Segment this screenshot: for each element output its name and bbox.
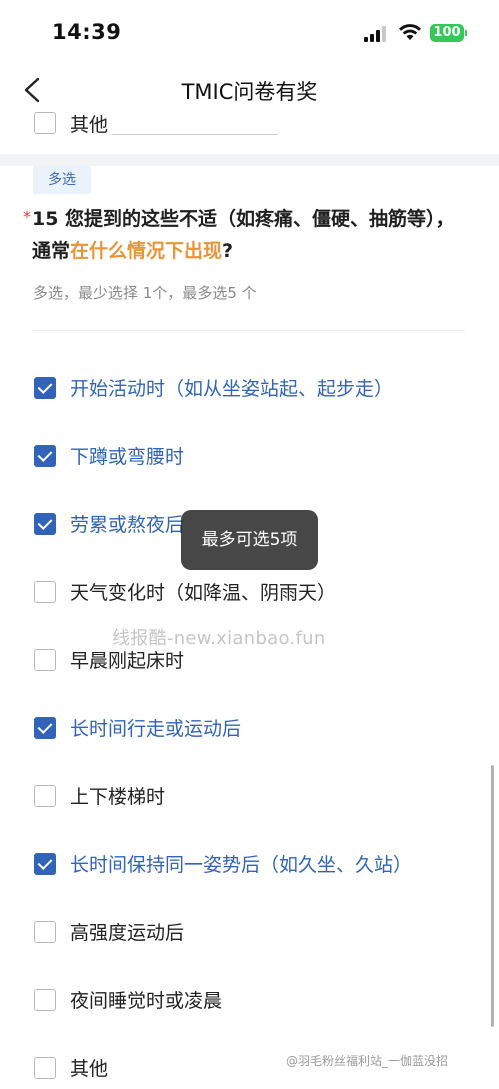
checkbox[interactable] bbox=[34, 921, 56, 943]
question-hint: 多选，最少选择 1个，最多选5 个 bbox=[33, 284, 257, 302]
option-label: 天气变化时（如降温、阴雨天） bbox=[70, 582, 337, 604]
scrollbar[interactable] bbox=[491, 765, 494, 1027]
prev-question-option-other[interactable]: 其他 bbox=[0, 106, 499, 136]
option-label: 夜间睡觉时或凌晨 bbox=[70, 990, 223, 1012]
option-label: 开始活动时（如从坐姿站起、起步走） bbox=[70, 378, 394, 400]
watermark-text: 线报酷-new.xianbao.fun bbox=[112, 628, 326, 649]
checkbox-checked[interactable] bbox=[34, 717, 56, 739]
option-label: 劳累或熬夜后 bbox=[70, 514, 185, 536]
option-same-posture[interactable]: 长时间保持同一姿势后（如久坐、久站） bbox=[0, 845, 499, 885]
status-bar: 14:39 100 bbox=[0, 0, 499, 64]
checkbox[interactable] bbox=[34, 581, 56, 603]
checkbox[interactable] bbox=[34, 989, 56, 1011]
checkbox[interactable] bbox=[34, 649, 56, 671]
corner-watermark: @羽毛粉丝福利站_一伽蓝没招 bbox=[286, 1054, 449, 1068]
option-stairs[interactable]: 上下楼梯时 bbox=[0, 777, 499, 817]
option-label: 早晨刚起床时 bbox=[70, 650, 185, 672]
option-label: 其他 bbox=[70, 114, 109, 136]
question-text-highlight: 在什么情况下出现 bbox=[70, 240, 223, 262]
checkbox[interactable] bbox=[34, 112, 56, 134]
other-input-underline[interactable] bbox=[112, 134, 278, 135]
required-mark: * bbox=[23, 207, 31, 226]
divider bbox=[33, 330, 465, 331]
option-squat-bend[interactable]: 下蹲或弯腰时 bbox=[0, 437, 499, 477]
option-night-sleep[interactable]: 夜间睡觉时或凌晨 bbox=[0, 981, 499, 1021]
checkbox-checked[interactable] bbox=[34, 445, 56, 467]
option-weather-change[interactable]: 天气变化时（如降温、阴雨天） bbox=[0, 573, 499, 613]
checkbox-checked[interactable] bbox=[34, 853, 56, 875]
option-label: 上下楼梯时 bbox=[70, 786, 166, 808]
option-start-activity[interactable]: 开始活动时（如从坐姿站起、起步走） bbox=[0, 369, 499, 409]
checkbox-checked[interactable] bbox=[34, 513, 56, 535]
page-title: TMIC问卷有奖 bbox=[181, 80, 318, 104]
section-divider bbox=[0, 154, 499, 166]
question-title: * 15 您提到的这些不适（如疼痛、僵硬、抽筋等），通常在什么情况下出现? bbox=[23, 203, 472, 267]
option-label: 长时间保持同一姿势后（如久坐、久站） bbox=[70, 854, 413, 876]
checkbox-checked[interactable] bbox=[34, 377, 56, 399]
battery-tip bbox=[465, 30, 467, 36]
option-label: 高强度运动后 bbox=[70, 922, 185, 944]
question-type-tag: 多选 bbox=[33, 166, 91, 194]
option-label: 其他 bbox=[70, 1058, 109, 1080]
checkbox[interactable] bbox=[34, 785, 56, 807]
cellular-signal-icon bbox=[364, 26, 388, 42]
option-label: 下蹲或弯腰时 bbox=[70, 446, 185, 468]
wifi-icon bbox=[399, 24, 421, 40]
question-text-end: ? bbox=[222, 240, 234, 262]
option-label: 长时间行走或运动后 bbox=[70, 718, 242, 740]
status-time: 14:39 bbox=[52, 20, 122, 44]
toast-message: 最多可选5项 bbox=[181, 510, 318, 570]
checkbox[interactable] bbox=[34, 1057, 56, 1079]
battery-icon: 100 bbox=[430, 24, 464, 42]
option-intense-exercise[interactable]: 高强度运动后 bbox=[0, 913, 499, 953]
option-long-walk-exercise[interactable]: 长时间行走或运动后 bbox=[0, 709, 499, 749]
